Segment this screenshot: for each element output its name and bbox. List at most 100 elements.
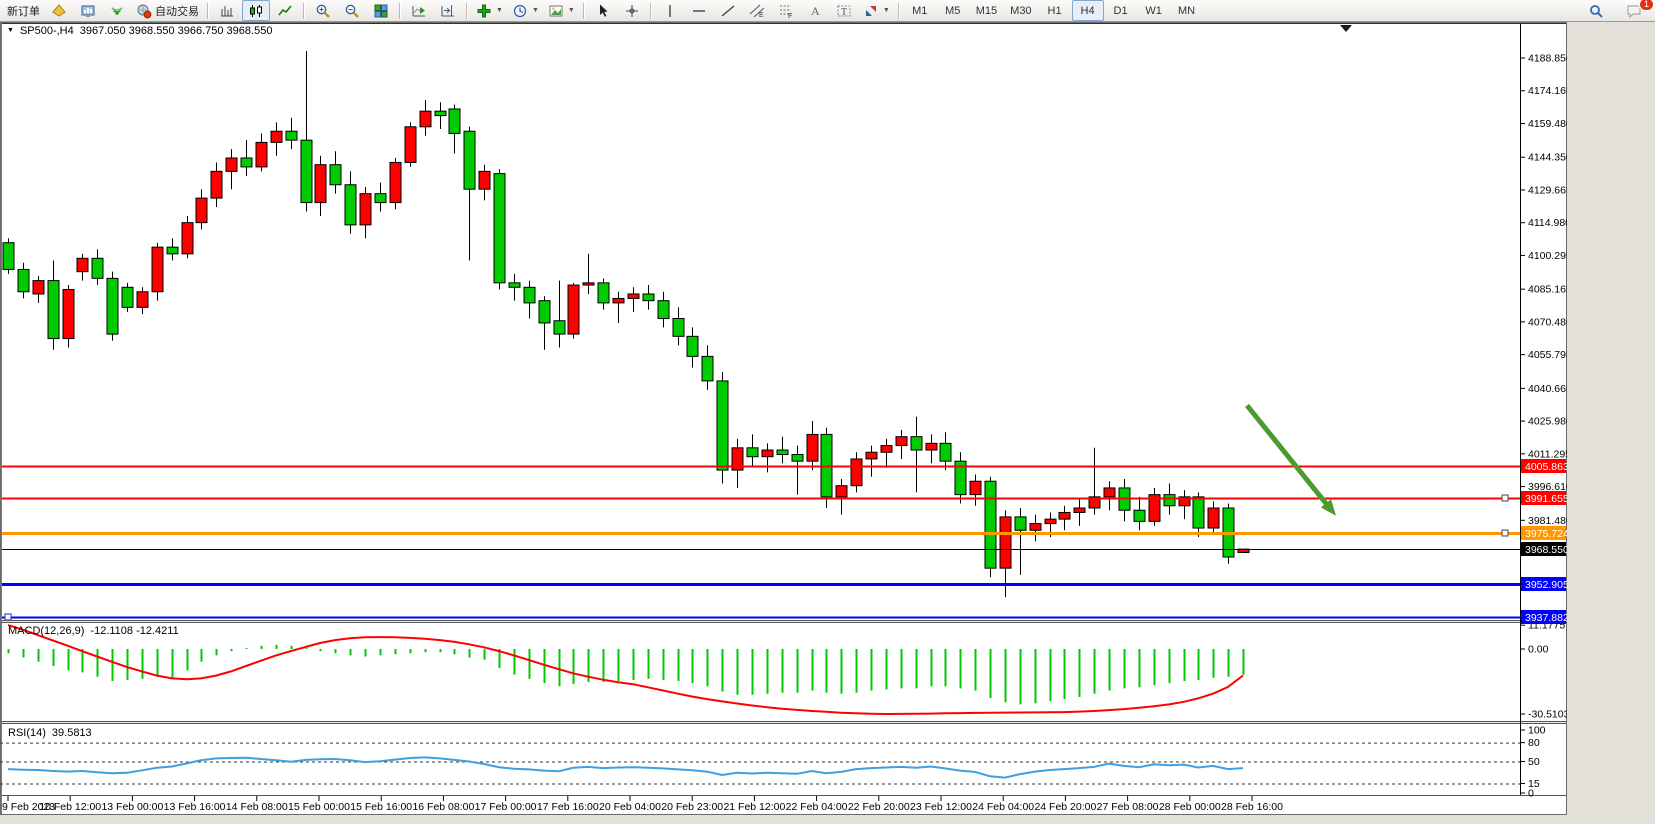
profiles-button[interactable] xyxy=(74,0,102,21)
svg-text:15 Feb 16:00: 15 Feb 16:00 xyxy=(350,801,412,813)
text-a-icon: A xyxy=(807,3,823,19)
toolbar-separator xyxy=(466,3,468,19)
auto-scroll-button[interactable] xyxy=(405,0,433,21)
templates-button[interactable]: ▼ xyxy=(544,0,579,21)
timeframe-m5-button[interactable]: M5 xyxy=(937,0,969,21)
candlestick-chart-button[interactable] xyxy=(242,0,270,21)
autotrade-icon xyxy=(136,3,152,19)
toolbar-right-group: 1 xyxy=(1582,0,1652,21)
svg-text:24 Feb 04:00: 24 Feb 04:00 xyxy=(972,801,1034,813)
toolbar-separator xyxy=(207,3,209,19)
main-toolbar: 新订单 自动交易 ▼ ▼ xyxy=(0,0,1655,22)
svg-text:4100.295: 4100.295 xyxy=(1528,250,1567,262)
svg-text:4005.863: 4005.863 xyxy=(1525,461,1567,473)
svg-text:3981.480: 3981.480 xyxy=(1528,515,1567,527)
periods-button[interactable]: ▼ xyxy=(508,0,543,21)
template-icon xyxy=(548,3,564,19)
svg-text:24 Feb 20:00: 24 Feb 20:00 xyxy=(1034,801,1096,813)
bar-chart-button[interactable] xyxy=(213,0,241,21)
chevron-down-icon: ▼ xyxy=(532,7,539,14)
tile-windows-button[interactable] xyxy=(367,0,395,21)
chart-canvas[interactable]: 4188.8504174.1654159.4804144.3504129.665… xyxy=(0,22,1567,815)
svg-text:22 Feb 04:00: 22 Feb 04:00 xyxy=(786,801,848,813)
chevron-down-icon: ▼ xyxy=(568,7,575,14)
search-icon xyxy=(1588,3,1604,19)
crosshair-icon xyxy=(624,3,640,19)
svg-text:3968.550: 3968.550 xyxy=(1525,544,1567,556)
timeframe-m1-button[interactable]: M1 xyxy=(904,0,936,21)
line-chart-icon xyxy=(277,3,293,19)
zoom-out-button[interactable] xyxy=(338,0,366,21)
svg-text:F: F xyxy=(788,13,792,19)
autotrade-button[interactable]: 自动交易 xyxy=(132,0,203,21)
vertical-line-button[interactable] xyxy=(656,0,684,21)
svg-text:3937.882: 3937.882 xyxy=(1525,612,1567,624)
fibonacci-icon: F xyxy=(778,3,794,19)
svg-text:14 Feb 08:00: 14 Feb 08:00 xyxy=(226,801,288,813)
toolbar-separator xyxy=(303,3,305,19)
svg-text:100: 100 xyxy=(1528,725,1546,737)
notifications-button[interactable]: 1 xyxy=(1620,0,1648,21)
horizontal-line-icon xyxy=(691,3,707,19)
timeframe-h4-button[interactable]: H4 xyxy=(1072,0,1104,21)
signal-icon xyxy=(109,3,125,19)
new-chart-icon xyxy=(51,3,67,19)
chevron-down-icon: ▼ xyxy=(883,7,890,14)
svg-text:4159.480: 4159.480 xyxy=(1528,118,1567,130)
search-button[interactable] xyxy=(1582,0,1610,21)
toolbar-separator xyxy=(650,3,652,19)
svg-text:4040.665: 4040.665 xyxy=(1528,383,1567,395)
arrows-icon xyxy=(863,3,879,19)
line-chart-button[interactable] xyxy=(271,0,299,21)
toolbar-separator xyxy=(898,3,900,19)
tile-windows-icon xyxy=(373,3,389,19)
chart-shift-button[interactable] xyxy=(434,0,462,21)
zoom-out-icon xyxy=(344,3,360,19)
zoom-in-button[interactable] xyxy=(309,0,337,21)
svg-text:17 Feb 00:00: 17 Feb 00:00 xyxy=(475,801,537,813)
svg-text:21 Feb 12:00: 21 Feb 12:00 xyxy=(723,801,785,813)
indicators-plus-icon xyxy=(476,3,492,19)
chevron-down-icon: ▼ xyxy=(496,7,503,14)
timeframe-w1-button[interactable]: W1 xyxy=(1138,0,1170,21)
svg-text:4174.165: 4174.165 xyxy=(1528,85,1567,97)
zoom-in-icon xyxy=(315,3,331,19)
candlestick-icon xyxy=(248,3,264,19)
svg-text:4085.165: 4085.165 xyxy=(1528,284,1567,296)
cursor-icon xyxy=(595,3,611,19)
timeframe-h1-button[interactable]: H1 xyxy=(1039,0,1071,21)
toolbar-separator xyxy=(583,3,585,19)
new-order-button[interactable]: 新订单 xyxy=(3,0,44,21)
indicators-button[interactable]: ▼ xyxy=(472,0,507,21)
toolbar-separator xyxy=(399,3,401,19)
new-order-label: 新订单 xyxy=(7,3,40,19)
equidistant-channel-button[interactable]: E xyxy=(743,0,771,21)
cursor-button[interactable] xyxy=(589,0,617,21)
fibonacci-button[interactable]: F xyxy=(772,0,800,21)
timeframe-m15-button[interactable]: M15 xyxy=(970,0,1003,21)
arrows-button[interactable]: ▼ xyxy=(859,0,894,21)
svg-text:17 Feb 16:00: 17 Feb 16:00 xyxy=(537,801,599,813)
timeframe-mn-button[interactable]: MN xyxy=(1171,0,1203,21)
text-button[interactable]: A xyxy=(801,0,829,21)
trendline-icon xyxy=(720,3,736,19)
svg-text:28 Feb 16:00: 28 Feb 16:00 xyxy=(1221,801,1283,813)
svg-text:28 Feb 00:00: 28 Feb 00:00 xyxy=(1159,801,1221,813)
trendline-button[interactable] xyxy=(714,0,742,21)
svg-text:23 Feb 12:00: 23 Feb 12:00 xyxy=(910,801,972,813)
svg-text:4129.665: 4129.665 xyxy=(1528,184,1567,196)
chart-shift-icon xyxy=(440,3,456,19)
new-chart-button[interactable] xyxy=(45,0,73,21)
horizontal-line-button[interactable] xyxy=(685,0,713,21)
svg-text:4114.980: 4114.980 xyxy=(1528,217,1567,229)
svg-text:22 Feb 20:00: 22 Feb 20:00 xyxy=(848,801,910,813)
svg-text:13 Feb 16:00: 13 Feb 16:00 xyxy=(164,801,226,813)
timeframe-d1-button[interactable]: D1 xyxy=(1105,0,1137,21)
timeframe-m30-button[interactable]: M30 xyxy=(1004,0,1037,21)
svg-text:3952.905: 3952.905 xyxy=(1525,579,1567,591)
crosshair-button[interactable] xyxy=(618,0,646,21)
text-label-button[interactable]: T xyxy=(830,0,858,21)
svg-text:E: E xyxy=(759,12,764,19)
signals-button[interactable] xyxy=(103,0,131,21)
vertical-line-icon xyxy=(662,3,678,19)
